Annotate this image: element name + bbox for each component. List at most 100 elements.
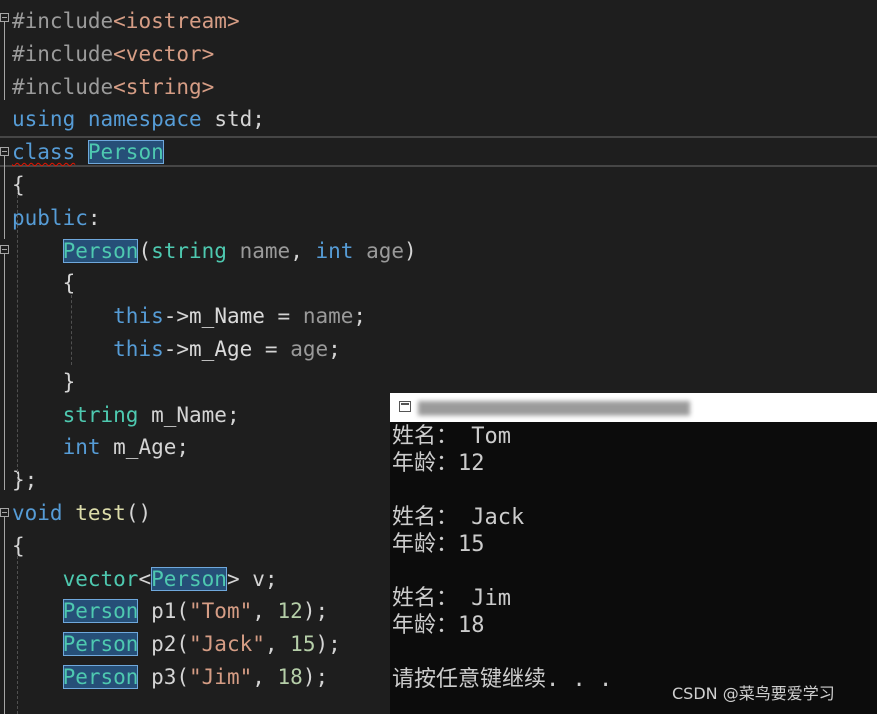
code-token: );: [302, 599, 329, 624]
code-token: "Jim": [189, 665, 253, 689]
console-output-line: 请按任意键继续. . .: [392, 667, 613, 692]
code-token: Person: [87, 140, 164, 165]
code-token: Person: [62, 599, 139, 624]
console-app-icon: [399, 401, 411, 412]
code-token: =: [264, 304, 303, 329]
code-token: m_Name: [189, 304, 265, 329]
code-token: class: [12, 140, 76, 165]
code-token: Person: [62, 632, 139, 657]
code-token: m_Age;: [100, 435, 190, 460]
code-token: this: [113, 337, 164, 361]
code-token: }: [12, 369, 76, 394]
code-token: {: [12, 173, 25, 197]
code-token: ,: [252, 665, 278, 689]
code-token: int: [62, 435, 101, 460]
code-token: <: [138, 566, 152, 591]
code-token: );: [302, 665, 329, 689]
code-token: test: [75, 501, 126, 525]
code-token: #include: [12, 9, 114, 33]
code-token: > v;: [226, 566, 278, 591]
code-token: "Jack": [189, 632, 265, 657]
code-token: p1(: [138, 599, 190, 624]
fold-collapse-icon[interactable]: [0, 13, 9, 22]
code-token: p3(: [138, 665, 190, 689]
code-token: p2(: [138, 632, 190, 657]
code-token: public: [12, 205, 88, 230]
code-token: int: [315, 238, 354, 263]
code-token: "Tom": [189, 599, 253, 624]
console-window[interactable]: ████████████████████████████████ 姓名： Tom…: [390, 393, 877, 714]
indent-guide: [17, 556, 18, 714]
code-token: namespace: [87, 107, 202, 132]
code-token: vector: [62, 566, 139, 591]
code-token: <iostream>: [113, 9, 240, 33]
code-token: m_Age: [189, 337, 253, 361]
console-output-line: 姓名： Tom: [392, 424, 511, 449]
console-title-redacted: ████████████████████████████████: [418, 401, 691, 415]
console-titlebar[interactable]: ████████████████████████████████: [390, 393, 877, 422]
fold-line: [4, 254, 5, 490]
fold-collapse-icon[interactable]: [0, 147, 9, 156]
code-token: );: [315, 632, 341, 657]
code-token: =: [252, 337, 291, 361]
code-token: ,: [290, 238, 316, 263]
indent-guide: [71, 295, 72, 365]
code-token: :: [87, 205, 101, 230]
code-token: m_Name;: [138, 402, 240, 427]
code-token: };: [12, 468, 38, 493]
console-output-line: 年龄：12: [392, 451, 485, 476]
code-token: 18: [277, 665, 303, 689]
fold-collapse-icon[interactable]: [0, 245, 9, 254]
code-token: name: [302, 304, 354, 329]
code-token: <string>: [113, 74, 215, 99]
code-token: this: [113, 304, 164, 329]
code-token: ,: [252, 599, 278, 624]
code-token: Person: [151, 566, 227, 591]
code-token: name: [239, 238, 291, 263]
fold-line: [4, 22, 5, 100]
code-token: Person: [62, 238, 139, 263]
code-token: string: [62, 402, 139, 427]
code-token: 15: [290, 632, 316, 657]
code-token: (): [125, 501, 152, 525]
code-token: {: [12, 271, 76, 296]
console-output-line: 年龄：18: [392, 613, 485, 638]
code-token: std;: [201, 107, 265, 132]
code-token: ;: [328, 337, 341, 361]
fold-line: [4, 156, 5, 239]
code-token: {: [12, 533, 25, 558]
console-output-line: 年龄：15: [392, 532, 485, 557]
code-token: ->: [163, 304, 190, 329]
code-token: Person: [62, 665, 139, 689]
code-token: 12: [277, 599, 303, 624]
fold-collapse-icon[interactable]: [0, 508, 9, 517]
code-token: using: [12, 107, 76, 132]
console-output-line: 姓名： Jim: [392, 586, 511, 611]
code-token: <vector>: [113, 41, 215, 66]
code-token: age: [366, 238, 405, 263]
code-token: ;: [353, 304, 367, 329]
watermark: CSDN @菜鸟要爱学习: [672, 684, 835, 703]
code-token: ): [404, 238, 417, 263]
code-token: age: [290, 337, 329, 361]
code-token: #include: [12, 41, 114, 66]
fold-line: [4, 517, 5, 714]
code-token: string: [151, 238, 227, 263]
code-token: ,: [264, 632, 291, 657]
code-token: ->: [163, 337, 190, 361]
indent-guide: [17, 190, 18, 482]
